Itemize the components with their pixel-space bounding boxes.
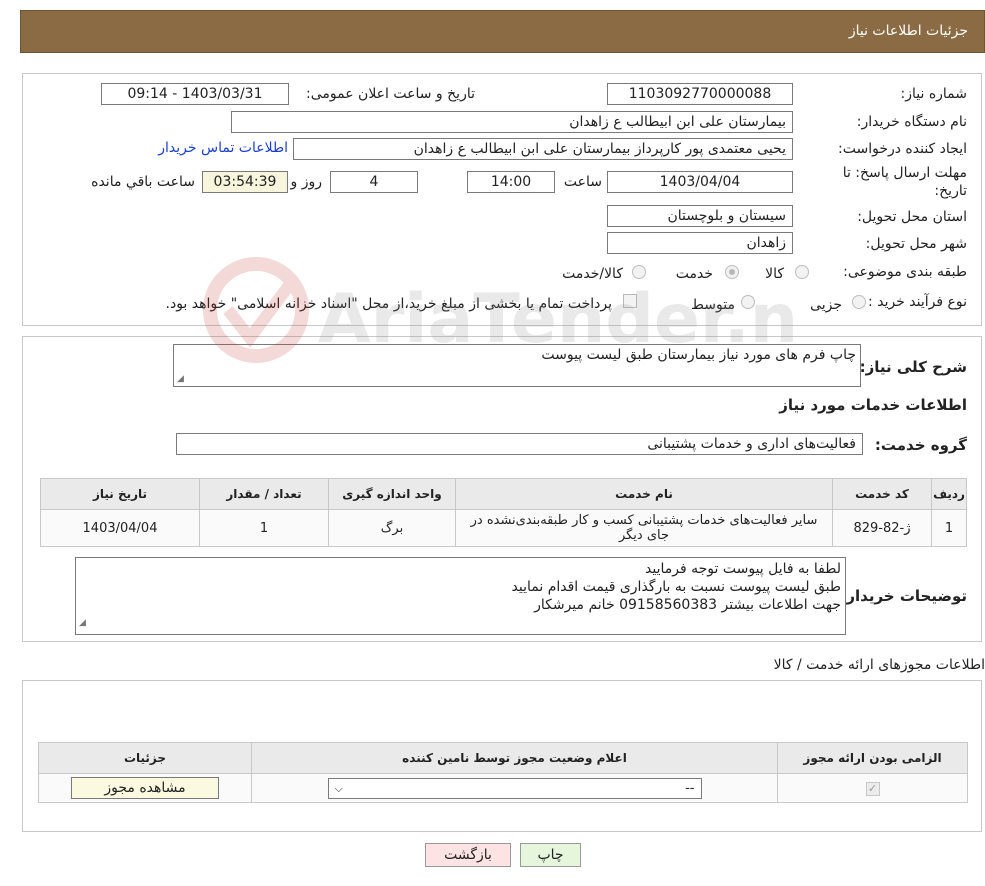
process-radio-minor[interactable] (852, 295, 866, 309)
days-label: روز و (290, 174, 323, 190)
deadline-label-1: مهلت ارسال پاسخ: تا (842, 165, 967, 181)
category-radio-goods[interactable] (795, 265, 809, 279)
resize-handle-icon[interactable]: ◢ (79, 614, 86, 632)
buyer-note-line: طبق لیست پیوست نسبت به بارگذاری قیمت اقد… (511, 579, 841, 595)
service-group-label: گروه خدمت: (874, 436, 967, 454)
col-unit: واحد اندازه گیری (328, 478, 456, 510)
services-heading: اطلاعات خدمات مورد نیاز (779, 396, 967, 414)
need-number-label: شماره نیاز: (900, 86, 968, 102)
deadline-time-field: 14:00 (467, 171, 555, 193)
deadline-label-2: تاریخ: (934, 183, 967, 199)
remaining-label: ساعت باقي مانده (91, 174, 195, 190)
resize-handle-icon[interactable]: ◢ (177, 374, 184, 384)
col-license-details: جزئیات (38, 742, 252, 774)
licenses-table: الزامی بودن ارائه مجوز اعلام وضعیت مجوز … (38, 742, 968, 803)
province-label: استان محل تحویل: (857, 209, 967, 225)
col-name: نام خدمت (455, 478, 833, 510)
description-label: شرح کلی نیاز: (859, 358, 967, 376)
license-status-value: -- (685, 780, 695, 796)
process-option-medium: متوسط (691, 297, 735, 313)
licenses-table-header: الزامی بودن ارائه مجوز اعلام وضعیت مجوز … (38, 742, 968, 774)
cell-license-details: مشاهده مجوز (38, 773, 252, 803)
view-license-button[interactable]: مشاهده مجوز (71, 777, 219, 799)
days-field: 4 (330, 171, 418, 193)
category-radio-service[interactable] (725, 265, 739, 279)
description-text: چاپ فرم های مورد نیاز بیمارستان طبق لیست… (541, 347, 856, 363)
deadline-date-field: 1403/04/04 (607, 171, 793, 193)
creator-label: ایجاد کننده درخواست: (838, 141, 967, 157)
cell-license-required: ✓ (777, 773, 968, 803)
city-label: شهر محل تحویل: (865, 236, 967, 252)
page-header: جزئیات اطلاعات نیاز (20, 10, 985, 53)
category-option-service: خدمت (675, 266, 713, 282)
treasury-checkbox[interactable] (623, 294, 637, 308)
buyer-notes-textarea: لطفا به فایل پیوست توجه فرمایید طبق لیست… (75, 557, 846, 635)
print-button[interactable]: چاپ (520, 843, 581, 867)
category-radio-both[interactable] (632, 265, 646, 279)
process-option-minor: جزیی (810, 297, 842, 313)
announce-label: تاریخ و ساعت اعلان عمومی: (306, 86, 475, 102)
licenses-heading: اطلاعات مجوزهای ارائه خدمت / کالا (773, 657, 985, 673)
chevron-down-icon: ⌵ (334, 781, 343, 795)
contact-buyer-link[interactable]: اطلاعات تماس خریدار (158, 140, 288, 156)
services-table-header: ردیف کد خدمت نام خدمت واحد اندازه گیری ت… (40, 478, 967, 510)
col-code: کد خدمت (832, 478, 932, 510)
cell-row: 1 (931, 509, 967, 547)
process-radio-medium[interactable] (741, 295, 755, 309)
category-option-goods: کالا (765, 266, 784, 282)
col-license-status: اعلام وضعیت مجوز توسط نامین کننده (251, 742, 778, 774)
cell-license-status: -- ⌵ (251, 773, 778, 803)
services-table: ردیف کد خدمت نام خدمت واحد اندازه گیری ت… (40, 478, 967, 547)
col-qty: تعداد / مقدار (199, 478, 329, 510)
category-label: طبقه بندی موضوعی: (843, 264, 967, 280)
time-label: ساعت (563, 174, 602, 190)
remaining-time-field: 03:54:39 (202, 171, 288, 193)
cell-unit: برگ (328, 509, 456, 547)
col-row: ردیف (931, 478, 967, 510)
description-textarea: چاپ فرم های مورد نیاز بیمارستان طبق لیست… (173, 344, 861, 387)
process-label: نوع فرآیند خرید : (868, 294, 967, 310)
need-number-field: 1103092770000088 (607, 83, 793, 105)
page-title: جزئیات اطلاعات نیاز (848, 23, 968, 39)
table-row: 1 ژ-82-829 سایر فعالیت‌های خدمات پشتیبان… (40, 509, 967, 547)
announce-field: 1403/03/31 - 09:14 (101, 83, 289, 105)
cell-qty: 1 (199, 509, 329, 547)
buyer-notes-label: توضیحات خریدار: (840, 587, 967, 605)
cell-code: ژ-82-829 (832, 509, 932, 547)
buyer-org-label: نام دستگاه خریدار: (856, 114, 967, 130)
license-required-checkbox: ✓ (865, 781, 880, 796)
city-field: زاهدان (607, 232, 793, 254)
buyer-org-field: بیمارستان علی ابن ابیطالب ع زاهدان (231, 111, 793, 133)
buyer-note-line: لطفا به فایل پیوست توجه فرمایید (645, 561, 841, 577)
payment-note: پرداخت تمام یا بخشی از مبلغ خرید،از محل … (165, 296, 612, 312)
category-option-both: کالا/خدمت (562, 266, 623, 282)
service-group-field: فعالیت‌های اداری و خدمات پشتیبانی (176, 433, 863, 455)
col-license-required: الزامی بودن ارائه مجوز (777, 742, 968, 774)
province-field: سیستان و بلوچستان (607, 205, 793, 227)
back-button[interactable]: بازگشت (425, 843, 511, 867)
col-date: تاریخ نیاز (40, 478, 200, 510)
creator-field: یحیی معتمدی پور کارپرداز بیمارستان علی ا… (293, 138, 793, 160)
cell-date: 1403/04/04 (40, 509, 200, 547)
cell-name: سایر فعالیت‌های خدمات پشتیبانی کسب و کار… (455, 509, 833, 547)
table-row: ✓ -- ⌵ مشاهده مجوز (38, 773, 968, 803)
buyer-note-line: جهت اطلاعات بیشتر 09158560383 خانم میرشک… (534, 597, 841, 613)
license-status-select[interactable]: -- ⌵ (327, 777, 702, 799)
